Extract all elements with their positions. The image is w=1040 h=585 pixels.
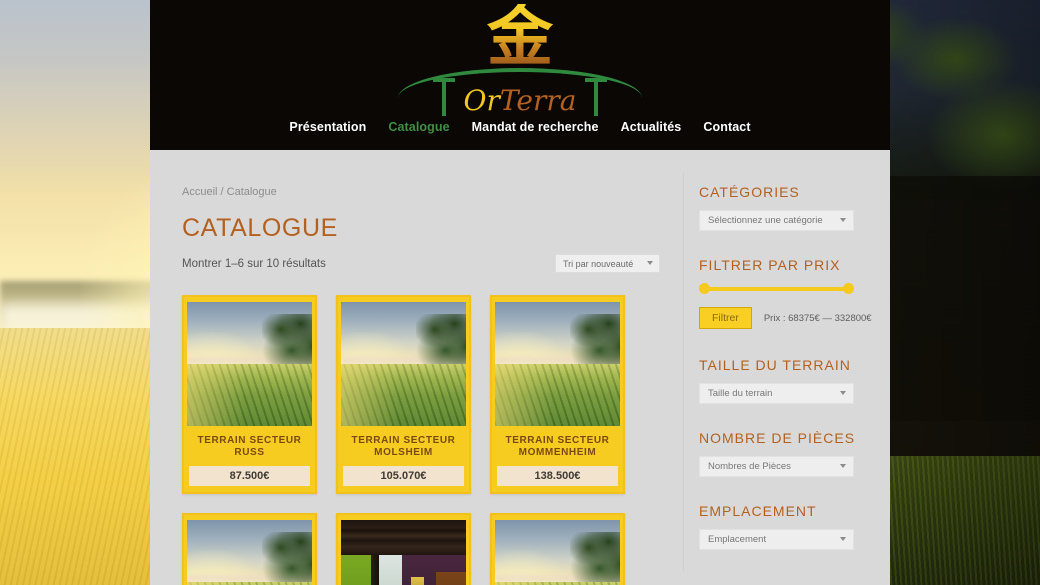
product-grid: TERRAIN SECTEUR RUSS 87.500€ TERRAIN SEC… [182, 295, 660, 585]
sort-order-select[interactable]: Tri par nouveauté [555, 254, 660, 273]
terrain-size-select-value: Taille du terrain [708, 388, 773, 399]
price-range-label: Prix : 68375€ — 332800€ [763, 312, 872, 324]
product-thumbnail-field[interactable] [495, 520, 620, 585]
chevron-down-icon [840, 218, 846, 222]
price-filter-row: Filtrer Prix : 68375€ — 332800€ [699, 307, 880, 329]
brand-wordmark: OrTerra [420, 84, 620, 117]
main-navigation: Présentation Catalogue Mandat de recherc… [150, 120, 890, 134]
product-title: TERRAIN SECTEUR RUSS [197, 435, 302, 458]
nav-item-presentation[interactable]: Présentation [289, 120, 366, 134]
product-title: TERRAIN SECTEUR MOLSHEIM [351, 435, 456, 458]
brand-word-or: Or [463, 84, 500, 117]
chevron-down-icon [840, 537, 846, 541]
product-price: 87.500€ [189, 466, 310, 486]
product-price: 138.500€ [497, 466, 618, 486]
location-select[interactable]: Emplacement [699, 529, 854, 550]
product-card[interactable] [336, 513, 471, 585]
product-card[interactable] [182, 513, 317, 585]
terrain-size-select[interactable]: Taille du terrain [699, 383, 854, 404]
filters-sidebar: CATÉGORIES Sélectionnez une catégorie FI… [684, 150, 890, 585]
price-filter-heading: FILTRER PAR PRIX [699, 257, 841, 273]
price-slider-handle-max[interactable] [843, 283, 854, 294]
price-slider-handle-min[interactable] [699, 283, 710, 294]
chevron-down-icon [647, 261, 653, 265]
product-card[interactable]: TERRAIN SECTEUR MOLSHEIM 105.070€ [336, 295, 471, 494]
product-price: 105.070€ [343, 466, 464, 486]
site-header: 金 OrTerra Présentation Catalogue Mandat … [150, 0, 890, 150]
product-card[interactable]: TERRAIN SECTEUR MOMMENHEIM 138.500€ [490, 295, 625, 494]
site-container: 金 OrTerra Présentation Catalogue Mandat … [150, 0, 890, 585]
location-select-value: Emplacement [708, 534, 767, 545]
category-select[interactable]: Sélectionnez une catégorie [699, 210, 854, 231]
terrain-size-heading: TAILLE DU TERRAIN [699, 357, 851, 373]
brand-word-terra: Terra [499, 84, 577, 117]
location-heading: EMPLACEMENT [699, 503, 817, 519]
product-thumbnail-field[interactable] [187, 520, 312, 585]
category-select-value: Sélectionnez une catégorie [708, 215, 823, 226]
nav-item-mandat-de-recherche[interactable]: Mandat de recherche [472, 120, 599, 134]
site-logo[interactable]: 金 OrTerra [150, 4, 890, 117]
chevron-down-icon [840, 464, 846, 468]
page-title: CATALOGUE [182, 214, 338, 242]
price-range-slider[interactable] [699, 283, 854, 295]
chevron-down-icon [840, 391, 846, 395]
product-card[interactable]: TERRAIN SECTEUR RUSS 87.500€ [182, 295, 317, 494]
product-thumbnail-interior[interactable] [341, 520, 466, 585]
product-thumbnail-field[interactable] [187, 302, 312, 426]
gold-kanji-icon: 金 [420, 4, 620, 70]
product-title: TERRAIN SECTEUR MOMMENHEIM [505, 435, 610, 458]
rooms-select[interactable]: Nombres de Pièces [699, 456, 854, 477]
product-card[interactable] [490, 513, 625, 585]
sort-order-value: Tri par nouveauté [563, 258, 634, 269]
filter-button[interactable]: Filtrer [699, 307, 752, 329]
main-column: Accueil / Catalogue CATALOGUE Montrer 1–… [150, 150, 684, 585]
rooms-select-value: Nombres de Pièces [708, 461, 791, 472]
nav-item-catalogue[interactable]: Catalogue [388, 120, 449, 134]
result-count-label: Montrer 1–6 sur 10 résultats [182, 257, 326, 270]
breadcrumb[interactable]: Accueil / Catalogue [182, 186, 660, 198]
nav-item-contact[interactable]: Contact [703, 120, 750, 134]
rooms-heading: NOMBRE DE PIÈCES [699, 430, 856, 446]
product-thumbnail-field[interactable] [495, 302, 620, 426]
page-root: 金 OrTerra Présentation Catalogue Mandat … [0, 0, 1040, 585]
content-area: Accueil / Catalogue CATALOGUE Montrer 1–… [150, 150, 890, 585]
categories-heading: CATÉGORIES [699, 184, 800, 200]
price-slider-track[interactable] [703, 287, 850, 291]
nav-item-actualites[interactable]: Actualités [621, 120, 682, 134]
results-toolbar: Montrer 1–6 sur 10 résultats Tri par nou… [182, 254, 660, 273]
product-thumbnail-field[interactable] [341, 302, 466, 426]
